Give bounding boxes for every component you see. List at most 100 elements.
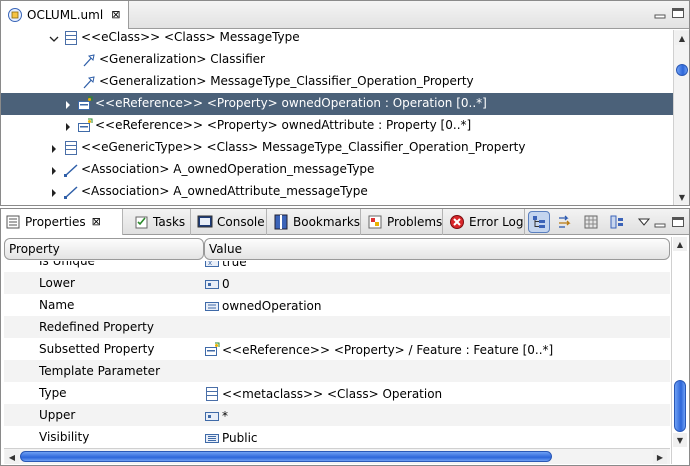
collapsed-twisty-icon[interactable]	[63, 121, 73, 131]
property-row[interactable]: Lower 0	[4, 272, 670, 294]
error-log-icon	[449, 214, 465, 230]
property-value[interactable]: ownedOperation	[204, 298, 321, 314]
integer-icon	[204, 276, 220, 292]
expanded-twisty-icon[interactable]	[49, 33, 59, 43]
properties-horizontal-scrollbar[interactable]: ◀ ▶	[4, 448, 670, 464]
view-tab-bar: Properties ⊠ Tasks Console Bookmarks Pro…	[1, 209, 689, 235]
close-icon[interactable]: ⊠	[111, 9, 120, 21]
tree-row-label: <Association> A_ownedOperation_messageTy…	[81, 162, 375, 176]
generalization-icon	[81, 74, 97, 90]
model-tree[interactable]: <<eClass>> <Class> MessageType <Generaliz…	[1, 30, 673, 205]
column-header-value[interactable]: Value	[204, 238, 670, 260]
property-icon	[204, 342, 220, 358]
tree-row[interactable]: <<eClass>> <Class> MessageType	[1, 30, 673, 49]
property-value-text: Public	[222, 431, 258, 445]
properties-table[interactable]: Is Unique x true Lower 0 Name ownedOperation Re…	[4, 261, 670, 447]
collapsed-twisty-icon[interactable]	[49, 165, 59, 175]
close-icon[interactable]: ⊠	[92, 216, 101, 228]
property-value[interactable]: x true	[204, 261, 247, 270]
property-value-text: <<metaclass>> <Class> Operation	[222, 387, 443, 401]
console-icon	[197, 214, 213, 230]
show-categories-button[interactable]	[528, 211, 550, 233]
collapsed-twisty-icon[interactable]	[49, 187, 59, 197]
scroll-up-icon[interactable]: ▲	[673, 237, 687, 251]
scroll-thumb[interactable]	[676, 64, 688, 76]
property-value-text: <<eReference>> <Property> / Feature : Fe…	[222, 343, 554, 357]
tree-layout-icon	[531, 214, 547, 230]
horizontal-scroll-thumb[interactable]	[20, 451, 552, 462]
property-value[interactable]: *	[204, 408, 228, 424]
property-value-text: 0	[222, 277, 230, 291]
property-row[interactable]: Upper *	[4, 404, 670, 426]
view-menu-button[interactable]	[633, 211, 655, 233]
scroll-down-icon[interactable]: ▼	[675, 190, 689, 204]
property-row[interactable]: Is Unique x true	[4, 261, 670, 272]
property-row[interactable]: Template Parameter	[4, 360, 670, 382]
property-row[interactable]: Visibility Public	[4, 426, 670, 447]
svg-text:x: x	[208, 261, 212, 267]
tree-row[interactable]: <<eGenericType>> <Class> MessageType_Cla…	[1, 137, 673, 159]
property-name: Subsetted Property	[39, 342, 155, 356]
scroll-thumb[interactable]	[674, 380, 686, 432]
tree-row-label: <Association> A_ownedAttribute_messageTy…	[81, 184, 368, 198]
properties-icon	[5, 214, 21, 230]
property-name: Name	[39, 298, 75, 312]
integer-icon	[204, 408, 220, 424]
editor-tab-oclumluml[interactable]: OCLUML.uml ⊠	[1, 1, 129, 29]
scroll-right-icon[interactable]: ▶	[653, 450, 667, 464]
editor-pane: OCLUML.uml ⊠ <<eClass>> <Class> MessageT…	[0, 0, 690, 206]
property-value[interactable]: Public	[204, 430, 258, 446]
tree-row[interactable]: <<eReference>> <Property> ownedAttribute…	[1, 115, 673, 137]
tree-row[interactable]: <Association> A_ownedAttribute_messageTy…	[1, 181, 673, 203]
tree-row-label: <<eClass>> <Class> MessageType	[81, 30, 300, 44]
uml-file-icon	[7, 7, 23, 23]
minimize-icon[interactable]	[653, 7, 667, 19]
scroll-down-icon[interactable]: ▼	[673, 433, 687, 447]
tab-properties[interactable]: Properties ⊠	[1, 209, 123, 235]
tab-problems[interactable]: Problems	[363, 209, 443, 235]
tab-bookmarks-label: Bookmarks	[293, 215, 361, 229]
minimize-icon[interactable]	[653, 216, 667, 228]
bookmarks-icon	[273, 214, 289, 230]
scroll-up-icon[interactable]: ▲	[675, 31, 689, 45]
property-row[interactable]: Subsetted Property <<eReference>> <Proper…	[4, 338, 670, 360]
property-row[interactable]: Type <<metaclass>> <Class> Operation	[4, 382, 670, 404]
property-row[interactable]: Name ownedOperation	[4, 294, 670, 316]
tree-row-label: <<eReference>> <Property> ownedAttribute…	[95, 118, 472, 132]
tab-problems-label: Problems	[387, 215, 443, 229]
collapsed-twisty-icon[interactable]	[49, 143, 59, 153]
tab-console[interactable]: Console	[193, 209, 267, 235]
property-value[interactable]: <<eReference>> <Property> / Feature : Fe…	[204, 342, 553, 358]
properties-table-header: Property Value	[4, 238, 670, 260]
generalization-icon	[81, 52, 97, 68]
property-row[interactable]: Redefined Property	[4, 316, 670, 338]
tab-properties-label: Properties	[25, 215, 86, 229]
tab-bookmarks[interactable]: Bookmarks	[269, 209, 361, 235]
tree-row[interactable]: <Generalization> MessageType_Classifier_…	[1, 71, 673, 93]
properties-vertical-scrollbar[interactable]: ▲ ▼	[671, 237, 687, 464]
maximize-icon[interactable]	[671, 216, 685, 228]
restore-defaults-button[interactable]	[580, 211, 602, 233]
filter-arrows-icon	[557, 214, 573, 230]
pin-view-button[interactable]	[606, 211, 628, 233]
maximize-icon[interactable]	[671, 7, 685, 19]
property-value[interactable]: 0	[204, 276, 230, 292]
property-name: Is Unique	[39, 261, 95, 268]
tree-row[interactable]: <<eReference>> <Property> ownedOperation…	[1, 93, 673, 115]
property-name: Visibility	[39, 430, 90, 444]
tree-row[interactable]: <Association> A_ownedOperation_messageTy…	[1, 159, 673, 181]
association-icon	[63, 184, 79, 200]
show-advanced-button[interactable]	[554, 211, 576, 233]
property-name: Template Parameter	[39, 364, 161, 378]
property-value[interactable]: <<metaclass>> <Class> Operation	[204, 386, 442, 402]
tab-tasks[interactable]: Tasks	[129, 209, 191, 235]
scroll-left-icon[interactable]: ◀	[5, 450, 19, 464]
collapsed-twisty-icon[interactable]	[63, 99, 73, 109]
tree-vertical-scrollbar[interactable]: ▲ ▼	[673, 30, 689, 205]
tasks-icon	[133, 214, 149, 230]
tab-error-log[interactable]: Error Log	[445, 209, 525, 235]
column-header-property[interactable]: Property	[4, 238, 204, 260]
grid-icon	[583, 214, 599, 230]
tree-row-label: <Generalization> MessageType_Classifier_…	[99, 74, 474, 88]
tree-row[interactable]: <Generalization> Classifier	[1, 49, 673, 71]
